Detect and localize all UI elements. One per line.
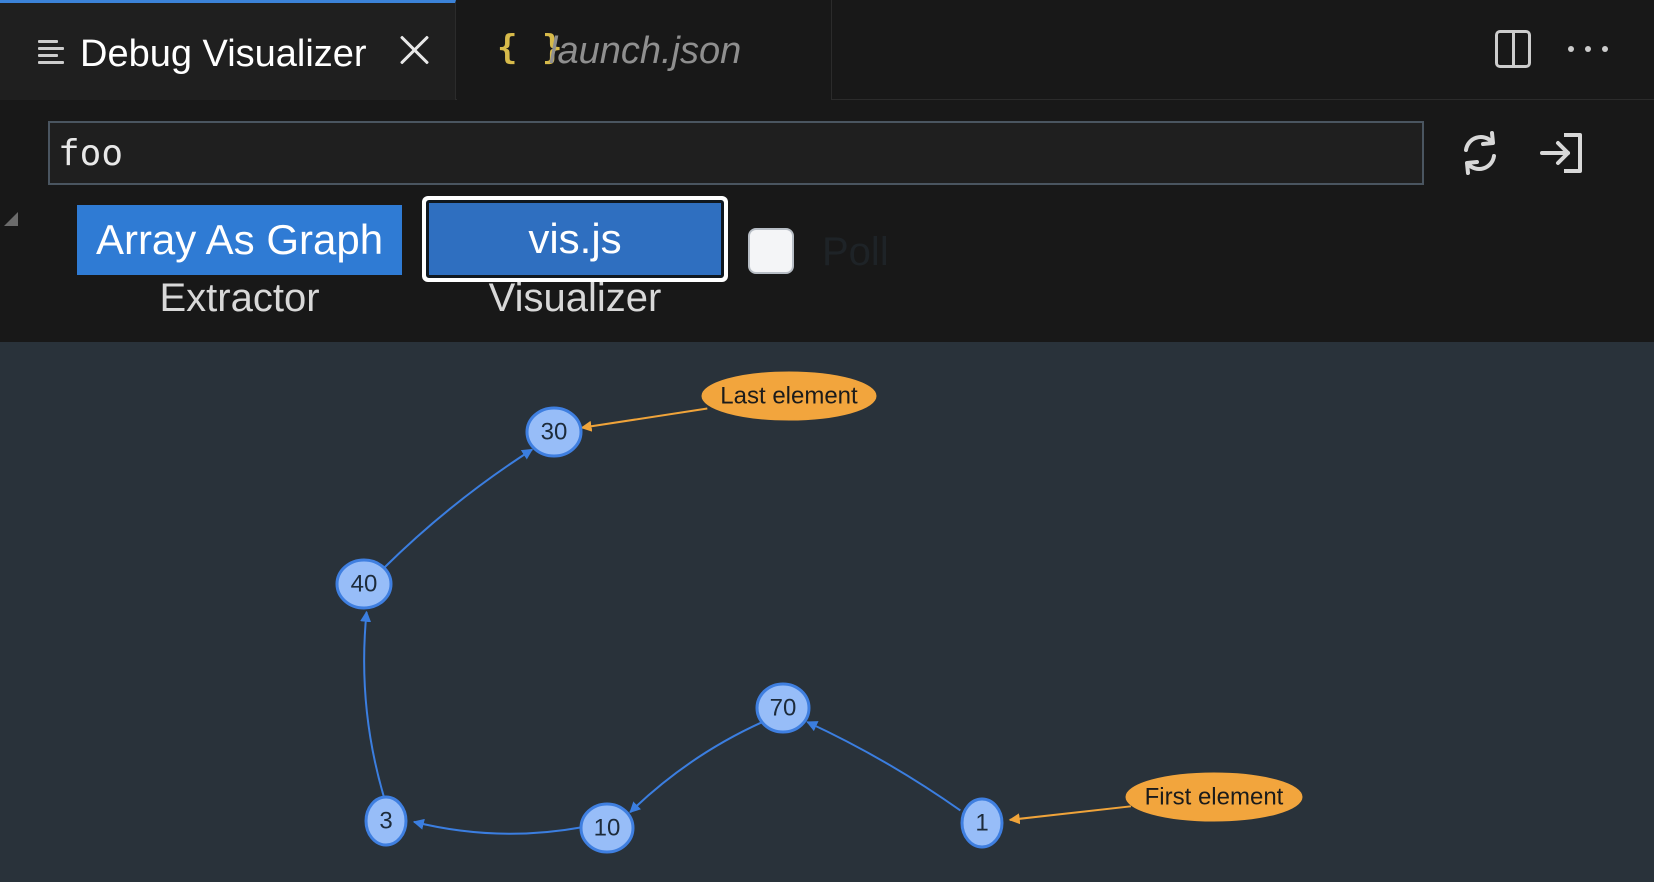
graph-node-label: 70 bbox=[770, 695, 797, 722]
graph-edge bbox=[806, 721, 961, 812]
open-in-new-icon[interactable] bbox=[1538, 130, 1586, 176]
split-editor-icon[interactable] bbox=[1495, 30, 1531, 68]
graph-node[interactable]: 3 bbox=[364, 795, 408, 847]
annotation-node-label: First element bbox=[1145, 784, 1284, 811]
tab-launch-json[interactable]: { } launch.json bbox=[457, 0, 832, 100]
graph-node[interactable]: 10 bbox=[579, 802, 635, 854]
graph-node-label: 40 bbox=[351, 571, 378, 598]
close-icon[interactable] bbox=[398, 33, 432, 67]
tab-label: launch.json bbox=[549, 30, 742, 72]
graph-edge bbox=[629, 721, 763, 813]
graph-node[interactable]: 70 bbox=[755, 682, 811, 734]
annotation-edge bbox=[580, 407, 708, 432]
more-actions-icon[interactable] bbox=[1568, 46, 1608, 52]
annotation-node[interactable]: Last element bbox=[701, 371, 877, 421]
graph-edge bbox=[360, 610, 385, 797]
editor-tab-bar: Debug Visualizer { } launch.json bbox=[0, 0, 1654, 100]
annotation-node[interactable]: First element bbox=[1125, 772, 1303, 822]
poll-checkbox[interactable] bbox=[748, 228, 794, 274]
tab-debug-visualizer[interactable]: Debug Visualizer bbox=[0, 0, 456, 100]
preview-lines-icon bbox=[38, 40, 64, 64]
visualizer-select[interactable]: vis.js bbox=[422, 196, 728, 282]
annotation-node-label: Last element bbox=[720, 383, 858, 410]
expression-input[interactable] bbox=[48, 121, 1424, 185]
poll-label: Poll bbox=[822, 230, 889, 274]
graph-node-label: 3 bbox=[379, 808, 392, 835]
extractor-caption: Extractor bbox=[159, 276, 320, 320]
tab-label: Debug Visualizer bbox=[80, 33, 367, 75]
graph-node-label: 1 bbox=[975, 810, 988, 837]
graph-node-label: 10 bbox=[594, 815, 621, 842]
refresh-icon[interactable] bbox=[1456, 130, 1504, 176]
graph-node[interactable]: 40 bbox=[335, 558, 393, 610]
graph-svg: 1 70 10 3 40 30 First element Last element bbox=[335, 371, 1303, 854]
extractor-select[interactable]: Array As Graph bbox=[77, 205, 402, 275]
visualizer-caption: Visualizer bbox=[488, 276, 662, 320]
graph-node-label: 30 bbox=[541, 419, 568, 446]
graph-node[interactable]: 1 bbox=[960, 797, 1004, 849]
resize-corner-icon bbox=[4, 212, 18, 226]
graph-canvas[interactable]: 1 70 10 3 40 30 First element Last element bbox=[0, 342, 1654, 882]
visualizer-select-value: vis.js bbox=[426, 200, 724, 278]
annotation-edge bbox=[1008, 805, 1132, 825]
graph-node[interactable]: 30 bbox=[525, 406, 583, 458]
graph-edge bbox=[382, 448, 534, 570]
graph-edge bbox=[412, 818, 583, 835]
